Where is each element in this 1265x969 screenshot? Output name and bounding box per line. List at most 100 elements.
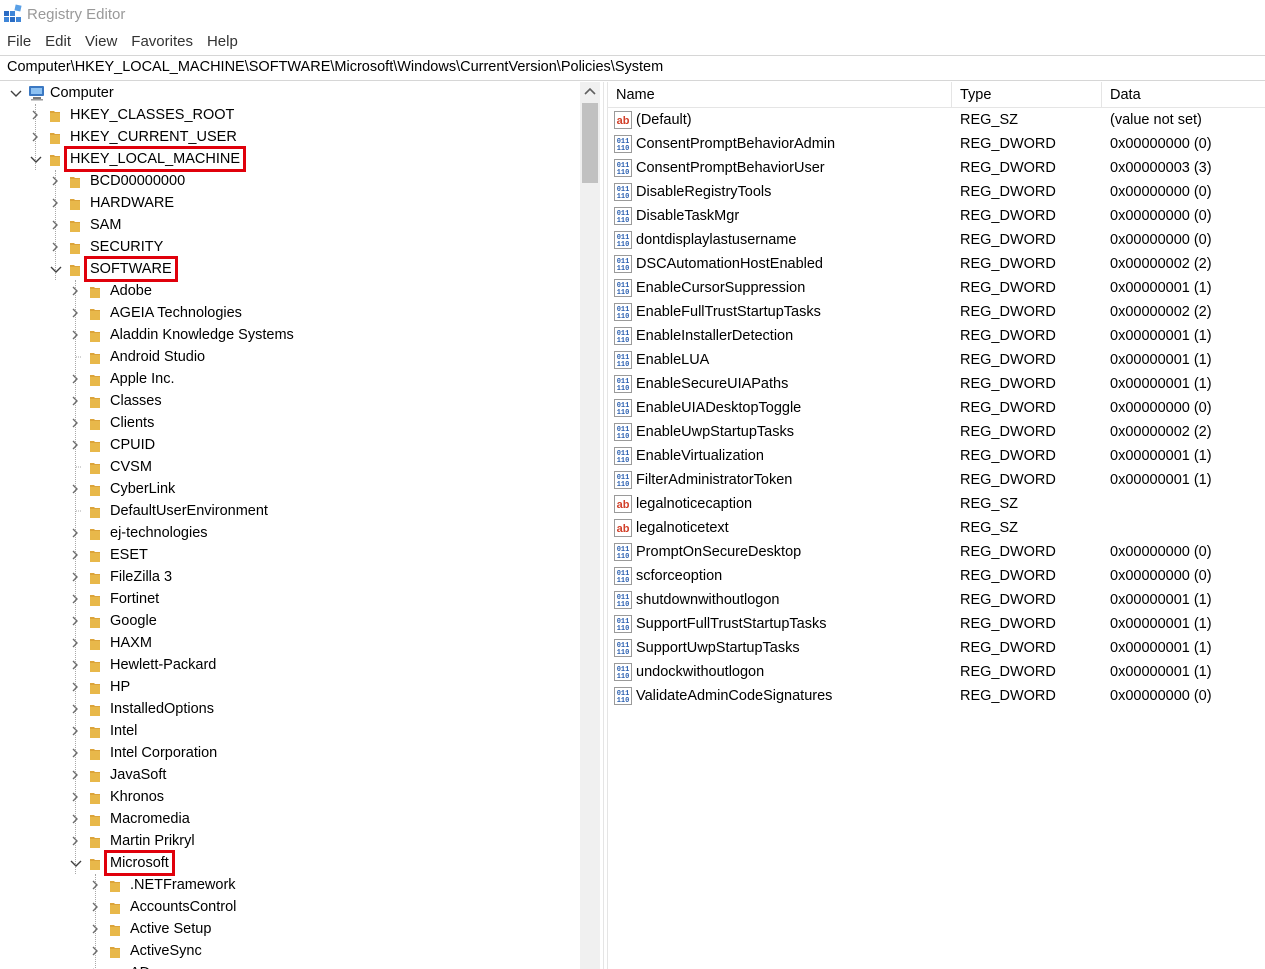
tree-item-netframework[interactable]: .NETFramework — [0, 874, 578, 896]
chevron-right-icon[interactable] — [68, 676, 82, 698]
value-row[interactable]: 011 110 EnableCursorSuppression REG_DWORD 0x… — [608, 276, 1265, 300]
menu-help[interactable]: Help — [200, 30, 245, 54]
chevron-right-icon[interactable] — [68, 566, 82, 588]
chevron-right-icon[interactable] — [68, 412, 82, 434]
value-row[interactable]: 011 110 EnableUwpStartupTasks REG_DWORD 0x00… — [608, 420, 1265, 444]
chevron-right-icon[interactable] — [68, 434, 82, 456]
tree-item-intel[interactable]: Intel — [0, 720, 578, 742]
chevron-right-icon[interactable] — [68, 280, 82, 302]
chevron-right-icon[interactable] — [68, 632, 82, 654]
chevron-right-icon[interactable] — [68, 302, 82, 324]
tree-item-bcd00000000[interactable]: BCD00000000 — [0, 170, 578, 192]
chevron-right-icon[interactable] — [68, 786, 82, 808]
tree-scrollbar[interactable] — [580, 82, 600, 969]
tree-item-hkey-current-user[interactable]: HKEY_CURRENT_USER — [0, 126, 578, 148]
chevron-down-icon[interactable] — [48, 258, 62, 280]
tree-item-martin-prikryl[interactable]: Martin Prikryl — [0, 830, 578, 852]
chevron-right-icon[interactable] — [88, 874, 102, 896]
chevron-right-icon[interactable] — [88, 918, 102, 940]
chevron-right-icon[interactable] — [68, 764, 82, 786]
key-tree[interactable]: Computer HKEY_CLASSES_ROOT HKEY_CURRENT_US… — [0, 82, 603, 969]
tree-item-accountscontrol[interactable]: AccountsControl — [0, 896, 578, 918]
chevron-right-icon[interactable] — [68, 720, 82, 742]
chevron-right-icon[interactable] — [68, 522, 82, 544]
scrollbar-thumb[interactable] — [582, 103, 598, 183]
tree-item-eset[interactable]: ESET — [0, 544, 578, 566]
tree-item-security[interactable]: SECURITY — [0, 236, 578, 258]
value-row[interactable]: ab legalnoticecaption REG_SZ — [608, 492, 1265, 516]
tree-item-android-studio[interactable]: Android Studio — [0, 346, 578, 368]
tree-item-classes[interactable]: Classes — [0, 390, 578, 412]
chevron-right-icon[interactable] — [48, 170, 62, 192]
chevron-right-icon[interactable] — [48, 192, 62, 214]
chevron-right-icon[interactable] — [68, 588, 82, 610]
value-row[interactable]: 011 110 scforceoption REG_DWORD 0x00000000 (… — [608, 564, 1265, 588]
tree-item-apple-inc[interactable]: Apple Inc. — [0, 368, 578, 390]
chevron-down-icon[interactable] — [8, 82, 22, 104]
value-row[interactable]: 011 110 dontdisplaylastusername REG_DWORD 0x… — [608, 228, 1265, 252]
chevron-right-icon[interactable] — [68, 654, 82, 676]
tree-item-adobe[interactable]: Adobe — [0, 280, 578, 302]
menu-edit[interactable]: Edit — [38, 30, 78, 54]
chevron-right-icon[interactable] — [68, 544, 82, 566]
tree-item-defaultuserenvironment[interactable]: DefaultUserEnvironment — [0, 500, 578, 522]
value-row[interactable]: 011 110 ValidateAdminCodeSignatures REG_DWO… — [608, 684, 1265, 708]
chevron-right-icon[interactable] — [68, 742, 82, 764]
column-header-type[interactable]: Type — [952, 82, 1102, 108]
chevron-right-icon[interactable] — [68, 368, 82, 390]
value-row[interactable]: 011 110 DSCAutomationHostEnabled REG_DWORD 0… — [608, 252, 1265, 276]
chevron-right-icon[interactable] — [88, 896, 102, 918]
chevron-right-icon[interactable] — [48, 236, 62, 258]
tree-item-activesync[interactable]: ActiveSync — [0, 940, 578, 962]
tree-item-ageia-technologies[interactable]: AGEIA Technologies — [0, 302, 578, 324]
tree-item-cpuid[interactable]: CPUID — [0, 434, 578, 456]
value-row[interactable]: 011 110 undockwithoutlogon REG_DWORD 0x00000… — [608, 660, 1265, 684]
tree-item-cyberlink[interactable]: CyberLink — [0, 478, 578, 500]
menu-file[interactable]: File — [0, 30, 38, 54]
chevron-right-icon[interactable] — [68, 324, 82, 346]
tree-item-fortinet[interactable]: Fortinet — [0, 588, 578, 610]
tree-item-ej-technologies[interactable]: ej-technologies — [0, 522, 578, 544]
tree-item-javasoft[interactable]: JavaSoft — [0, 764, 578, 786]
tree-item-hkey-local-machine[interactable]: HKEY_LOCAL_MACHINE — [0, 146, 578, 172]
value-row[interactable]: 011 110 SupportFullTrustStartupTasks REG_DW… — [608, 612, 1265, 636]
chevron-down-icon[interactable] — [68, 852, 82, 874]
tree-item-google[interactable]: Google — [0, 610, 578, 632]
chevron-right-icon[interactable] — [68, 478, 82, 500]
value-row[interactable]: 011 110 EnableFullTrustStartupTasks REG_DWO… — [608, 300, 1265, 324]
tree-item-sam[interactable]: SAM — [0, 214, 578, 236]
chevron-right-icon[interactable] — [68, 390, 82, 412]
chevron-right-icon[interactable] — [68, 698, 82, 720]
value-row[interactable]: 011 110 ConsentPromptBehaviorAdmin REG_DWOR… — [608, 132, 1265, 156]
value-row[interactable]: 011 110 shutdownwithoutlogon REG_DWORD 0x000… — [608, 588, 1265, 612]
value-row[interactable]: 011 110 PromptOnSecureDesktop REG_DWORD 0x00… — [608, 540, 1265, 564]
value-row[interactable]: 011 110 EnableInstallerDetection REG_DWORD 0… — [608, 324, 1265, 348]
value-row[interactable]: 011 110 EnableLUA REG_DWORD 0x00000001 (1) — [608, 348, 1265, 372]
tree-item-hkey-classes-root[interactable]: HKEY_CLASSES_ROOT — [0, 104, 578, 126]
tree-item-haxm[interactable]: HAXM — [0, 632, 578, 654]
tree-item-software[interactable]: SOFTWARE — [0, 256, 578, 282]
chevron-right-icon[interactable] — [48, 214, 62, 236]
tree-item-filezilla-3[interactable]: FileZilla 3 — [0, 566, 578, 588]
value-row[interactable]: 011 110 DisableRegistryTools REG_DWORD 0x000… — [608, 180, 1265, 204]
value-row[interactable]: 011 110 ConsentPromptBehaviorUser REG_DWORD… — [608, 156, 1265, 180]
value-row[interactable]: 011 110 EnableVirtualization REG_DWORD 0x000… — [608, 444, 1265, 468]
values-list[interactable]: Name Type Data ab (Default) REG_SZ (value n… — [608, 82, 1265, 969]
tree-item-cvsm[interactable]: CVSM — [0, 456, 578, 478]
chevron-right-icon[interactable] — [88, 962, 102, 969]
menu-view[interactable]: View — [78, 30, 124, 54]
value-row[interactable]: 011 110 FilterAdministratorToken REG_DWORD 0… — [608, 468, 1265, 492]
value-row[interactable]: 011 110 EnableSecureUIAPaths REG_DWORD 0x000… — [608, 372, 1265, 396]
chevron-right-icon[interactable] — [68, 808, 82, 830]
scroll-up-arrow-icon[interactable] — [580, 82, 600, 102]
chevron-right-icon[interactable] — [68, 830, 82, 852]
chevron-down-icon[interactable] — [28, 148, 42, 170]
value-row[interactable]: 011 110 SupportUwpStartupTasks REG_DWORD 0x0… — [608, 636, 1265, 660]
tree-item-clients[interactable]: Clients — [0, 412, 578, 434]
tree-item-hewlett-packard[interactable]: Hewlett-Packard — [0, 654, 578, 676]
column-header-name[interactable]: Name — [608, 82, 952, 108]
tree-item-macromedia[interactable]: Macromedia — [0, 808, 578, 830]
chevron-right-icon[interactable] — [68, 610, 82, 632]
address-bar[interactable]: Computer\HKEY_LOCAL_MACHINE\SOFTWARE\Mic… — [0, 55, 1265, 81]
tree-item-aladdin-knowledge-systems[interactable]: Aladdin Knowledge Systems — [0, 324, 578, 346]
